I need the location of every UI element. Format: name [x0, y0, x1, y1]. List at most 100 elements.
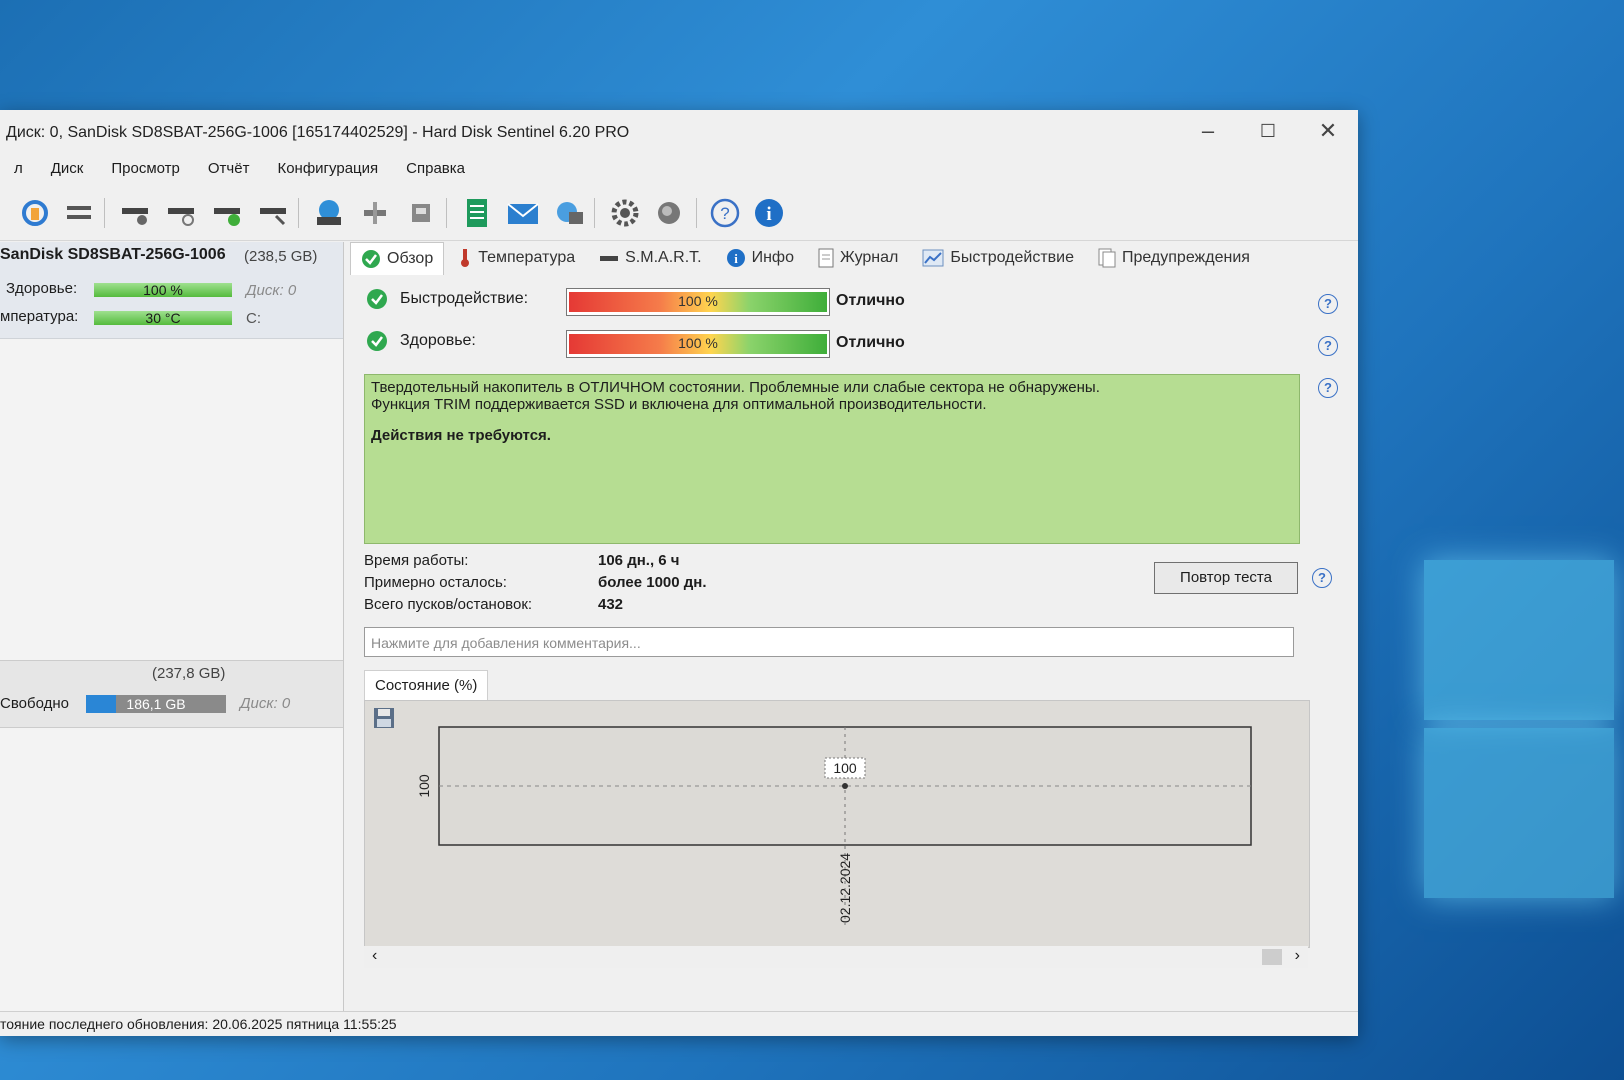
toolbar-separator: [594, 198, 595, 228]
minimize-button[interactable]: –: [1186, 116, 1230, 146]
health-label: Здоровье:: [6, 280, 78, 297]
menu-config[interactable]: Конфигурация: [263, 156, 392, 182]
tab-bar: Обзор Температура S.M.A.R.T. i Инфо Журн…: [350, 242, 1260, 276]
status-message-line2: Функция TRIM поддерживается SSD и включе…: [371, 396, 987, 413]
health-meter: 100 %: [566, 330, 830, 358]
menu-bar: л Диск Просмотр Отчёт Конфигурация Справ…: [0, 156, 479, 182]
free-space-value: 186,1 GB: [126, 696, 186, 712]
menu-view[interactable]: Просмотр: [97, 156, 194, 182]
data-point: [842, 783, 848, 789]
toolbar-separator: [446, 198, 447, 228]
backup-icon[interactable]: [404, 196, 438, 230]
email-icon[interactable]: [506, 196, 540, 230]
performance-label: Быстродействие:: [400, 290, 529, 307]
menu-report[interactable]: Отчёт: [194, 156, 264, 182]
tab-info-label: Инфо: [751, 249, 794, 266]
remaining-label: Примерно осталось:: [364, 574, 507, 591]
tab-warnings-label: Предупреждения: [1121, 249, 1250, 266]
refresh-icon[interactable]: [18, 196, 52, 230]
health-disk-number: Диск: 0: [246, 282, 297, 299]
disk-test-icon[interactable]: [118, 196, 152, 230]
health-chart: 100 100 02.12.2024: [416, 726, 1252, 925]
window-title: Диск: 0, SanDisk SD8SBAT-256G-1006 [1651…: [6, 124, 630, 141]
report-icon[interactable]: [460, 196, 494, 230]
info-icon[interactable]: i: [752, 196, 786, 230]
free-space-bar: 186,1 GB: [86, 695, 226, 713]
tab-warnings[interactable]: Предупреждения: [1088, 242, 1260, 274]
tab-performance[interactable]: Быстродействие: [912, 242, 1084, 274]
scroll-thumb[interactable]: [1262, 949, 1282, 965]
send-report-icon[interactable]: [552, 196, 586, 230]
tab-smart-label: S.M.A.R.T.: [625, 249, 702, 266]
volume-entry[interactable]: (237,8 GB) Свободно 186,1 GB Диск: 0: [0, 660, 343, 728]
tab-performance-label: Быстродействие: [950, 249, 1074, 266]
disk-list-icon[interactable]: [62, 196, 96, 230]
network-disk-icon[interactable]: [312, 196, 346, 230]
maximize-button[interactable]: ☐: [1246, 116, 1290, 146]
performance-ok-icon: [367, 289, 387, 309]
menu-file[interactable]: л: [0, 156, 37, 182]
tab-info[interactable]: i Инфо: [716, 242, 804, 274]
graph-scrollbar[interactable]: ‹ ›: [364, 946, 1308, 968]
disk-ok-icon[interactable]: [210, 196, 244, 230]
help-icon[interactable]: ?: [708, 196, 742, 230]
performance-value: 100 %: [678, 293, 718, 309]
status-message-line1: Твердотельный накопитель в ОТЛИЧНОМ сост…: [371, 379, 1100, 396]
info-icon: i: [726, 249, 745, 267]
free-space-label: Свободно: [0, 695, 69, 712]
close-button[interactable]: ✕: [1306, 116, 1350, 146]
menu-disk[interactable]: Диск: [37, 156, 98, 182]
data-label: 100: [833, 760, 857, 776]
uptime-value: 106 дн., 6 ч: [598, 552, 680, 569]
scroll-right-icon[interactable]: ›: [1295, 947, 1300, 965]
health-graph: 100 100 02.12.2024: [364, 700, 1310, 948]
tab-temperature-label: Температура: [478, 249, 576, 266]
thermometer-icon: [461, 249, 470, 267]
start-stop-label: Всего пусков/остановок:: [364, 596, 533, 613]
overview-panel: Обзор Температура S.M.A.R.T. i Инфо Журн…: [350, 242, 1350, 1012]
status-message-box: Твердотельный накопитель в ОТЛИЧНОМ сост…: [364, 374, 1300, 544]
tab-log[interactable]: Журнал: [808, 242, 908, 274]
remaining-value: более 1000 дн.: [598, 574, 707, 591]
drive-letter: C:: [246, 310, 261, 327]
performance-help-icon[interactable]: ?: [1318, 294, 1338, 314]
tab-smart[interactable]: S.M.A.R.T.: [589, 242, 711, 274]
uptime-label: Время работы:: [364, 552, 469, 569]
health-bar: 100 %: [94, 283, 232, 297]
x-tick-label: 02.12.2024: [837, 853, 853, 923]
health-ok-icon: [367, 331, 387, 351]
tab-overview-label: Обзор: [387, 250, 434, 267]
disk-search-icon[interactable]: [256, 196, 290, 230]
toolbar-separator: [298, 198, 299, 228]
health-status: Отлично: [836, 334, 905, 351]
scroll-left-icon[interactable]: ‹: [372, 947, 377, 965]
sound-icon[interactable]: [652, 196, 686, 230]
toolbar-separator: [104, 198, 105, 228]
tab-log-label: Журнал: [839, 249, 899, 266]
health-help-icon[interactable]: ?: [1318, 336, 1338, 356]
comment-field[interactable]: Нажмите для добавления комментария...: [364, 627, 1294, 657]
performance-meter: 100 %: [566, 288, 830, 316]
check-icon: [362, 250, 380, 268]
smart-icon: [600, 256, 619, 261]
tab-overview[interactable]: Обзор: [350, 242, 445, 275]
disk-schedule-icon[interactable]: [164, 196, 198, 230]
desktop-logo-pane: [1424, 728, 1614, 898]
volume-disk-number: Диск: 0: [240, 695, 291, 712]
tools-icon[interactable]: [358, 196, 392, 230]
gear-icon[interactable]: [608, 196, 642, 230]
graph-tab-health[interactable]: Состояние (%): [364, 670, 489, 701]
temperature-bar: 30 °C: [94, 311, 232, 325]
disk-entry[interactable]: SanDisk SD8SBAT-256G-1006 (238,5 GB) Здо…: [0, 242, 343, 339]
performance-status: Отлично: [836, 292, 905, 309]
retest-button[interactable]: Повтор теста: [1154, 562, 1298, 594]
toolbar-separator: [696, 198, 697, 228]
tab-temperature[interactable]: Температура: [448, 242, 585, 274]
desktop-logo-pane: [1424, 560, 1614, 720]
document-icon: [818, 248, 834, 268]
toolbar: ? i: [0, 186, 1358, 241]
menu-help[interactable]: Справка: [392, 156, 479, 182]
message-help-icon[interactable]: ?: [1318, 378, 1338, 398]
svg-text:i: i: [766, 204, 771, 225]
retest-help-icon[interactable]: ?: [1312, 568, 1332, 588]
